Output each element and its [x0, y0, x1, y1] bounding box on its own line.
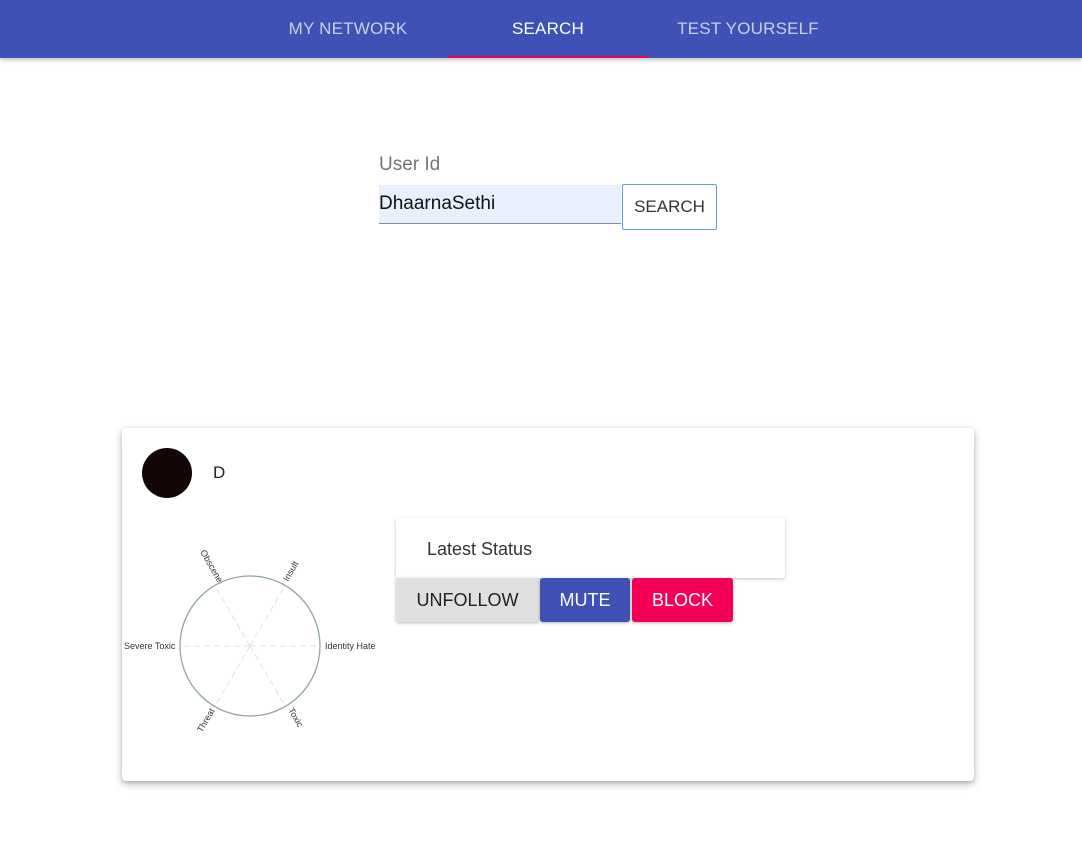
- profile-username: D: [213, 463, 226, 482]
- radar-axis-lines: [180, 585, 320, 707]
- active-tab-indicator: [448, 56, 648, 58]
- radar-label-obscene: Obscene: [198, 548, 225, 584]
- toxicity-radar-chart: Obscene Insult Identity Hate Toxic Threa…: [124, 548, 376, 734]
- avatar: [142, 448, 192, 498]
- radar-label-severe-toxic: Severe Toxic: [124, 641, 176, 651]
- tab-test-yourself[interactable]: TEST YOURSELF: [648, 0, 848, 58]
- radar-label-threat: Threat: [195, 706, 217, 734]
- user-id-label: User Id: [379, 154, 441, 175]
- block-button[interactable]: BLOCK: [632, 578, 733, 622]
- app-bar: MY NETWORK SEARCH TEST YOURSELF: [0, 0, 1082, 58]
- radar-label-insult: Insult: [281, 559, 301, 583]
- unfollow-button[interactable]: UNFOLLOW: [396, 578, 539, 622]
- profile-card: D Obscene Insult Identity Hate Toxic Thr…: [122, 428, 974, 781]
- latest-status-title: Latest Status: [427, 539, 533, 559]
- latest-status-panel[interactable]: Latest Status: [396, 518, 785, 578]
- tab-my-network[interactable]: MY NETWORK: [248, 0, 448, 58]
- tab-search[interactable]: SEARCH: [448, 0, 648, 58]
- radar-label-identity-hate: Identity Hate: [325, 641, 376, 651]
- mute-button[interactable]: MUTE: [540, 578, 630, 622]
- user-id-input[interactable]: [379, 185, 621, 224]
- search-button[interactable]: SEARCH: [622, 184, 717, 230]
- radar-label-toxic: Toxic: [286, 706, 305, 729]
